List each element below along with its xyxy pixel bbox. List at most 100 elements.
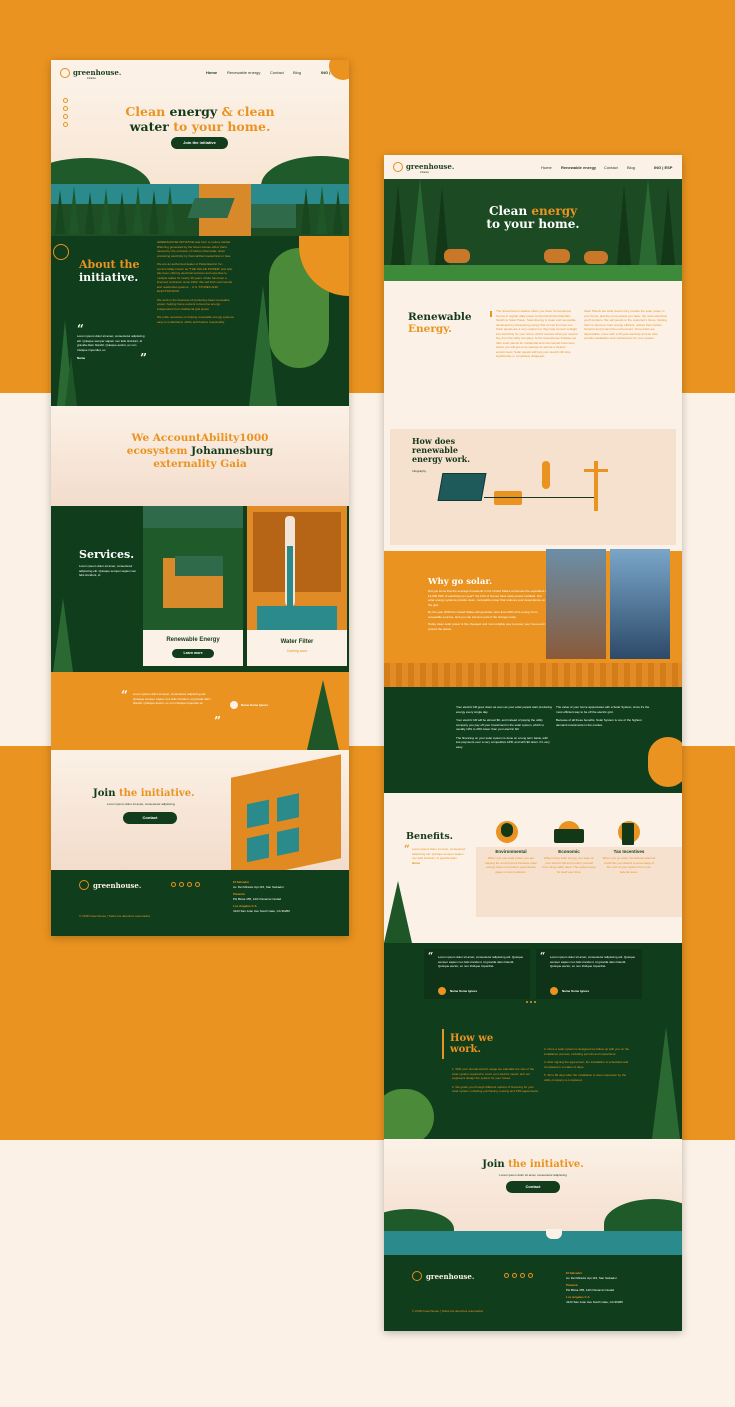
location-address: 4123 San Juan Ave South Gate, CA 90280 xyxy=(233,908,290,913)
testimonial-card: “ Lorem ipsum dolor sit amet, consectetu… xyxy=(424,949,530,999)
testimonial-section: “ Lorem ipsum dolor sit amet, consectetu… xyxy=(51,672,349,750)
join-section: Join the initiative. Lorem ipsum dolor s… xyxy=(51,750,349,882)
tree-icon xyxy=(53,598,73,672)
nav-renewable-energy[interactable]: Renewable energy xyxy=(561,165,596,170)
tree-icon xyxy=(301,188,311,234)
benefits-quote-name: Name xyxy=(412,860,421,865)
youtube-icon[interactable] xyxy=(195,882,200,887)
logo-subtitle: initiative xyxy=(420,171,430,174)
logo[interactable]: greenhouse. xyxy=(73,68,121,77)
logo[interactable]: greenhouse. xyxy=(406,162,454,171)
avatar xyxy=(230,701,238,709)
instagram-icon[interactable] xyxy=(512,1273,517,1278)
bullet-item: Your electric bill will be almost $0, an… xyxy=(456,718,544,731)
twitter-icon[interactable] xyxy=(187,882,192,887)
location-address: Av. Del Mirador Apt 115, San Salvador xyxy=(233,884,284,889)
tree-icon xyxy=(133,186,143,234)
tree-icon xyxy=(85,192,95,234)
testimonial-card: “ Lorem ipsum dolor sit amet, consectetu… xyxy=(121,689,221,727)
contact-button[interactable]: Contact xyxy=(123,812,177,824)
location-address: PH Bicsa 455, 12th Panamá Ciudad xyxy=(233,896,282,901)
language-switch[interactable]: ING | ESP xyxy=(654,165,672,170)
nav-contact[interactable]: Contact xyxy=(604,165,618,170)
hero-title: Clean energy & clean water to your home. xyxy=(125,104,275,134)
bullet-item: The value of your home appreciates with … xyxy=(556,705,650,714)
navbar: greenhouse. initiative Home Renewable en… xyxy=(51,60,349,86)
solar-panel-icon xyxy=(437,473,487,501)
benefit-text: When using solar energy you save on your… xyxy=(542,856,596,874)
logo-emblem-icon xyxy=(53,244,69,260)
location-address: 4123 San Juan Ave South Gate, CA 90280 xyxy=(566,1299,623,1304)
join-initiative-button[interactable]: Join the initiative xyxy=(171,137,228,149)
about-paragraph: We are an authorized dealer of Pellet El… xyxy=(157,262,233,293)
bush-illustration xyxy=(648,737,682,787)
youtube-icon[interactable] xyxy=(528,1273,533,1278)
hero-title: Clean energy to your home. xyxy=(486,204,580,231)
tree-icon xyxy=(65,356,77,406)
inverter-icon xyxy=(494,491,522,505)
solar-panel-roof xyxy=(175,556,223,576)
divider xyxy=(442,1029,444,1059)
bush-illustration xyxy=(384,1089,434,1145)
twitter-icon[interactable] xyxy=(520,1273,525,1278)
instagram-icon[interactable] xyxy=(179,882,184,887)
document-icon xyxy=(622,823,634,845)
facebook-icon[interactable] xyxy=(504,1273,509,1278)
tree-icon xyxy=(660,187,676,275)
window-illustration xyxy=(247,799,269,829)
facebook-icon[interactable] xyxy=(63,98,68,103)
tree-icon xyxy=(69,186,79,234)
about-section: About the initiative. “ Lorem ipsum dolo… xyxy=(51,236,349,406)
carousel-dot[interactable] xyxy=(526,1001,528,1003)
service-card-water[interactable]: Water Filter Coming soon xyxy=(247,630,347,666)
about-quote-card: “ Lorem ipsum dolor sit amet, consectetu… xyxy=(77,323,147,364)
service-card-renewable[interactable]: Renewable Energy Learn more xyxy=(143,630,243,666)
benefit-title: Economic xyxy=(558,849,580,854)
benefit-card: Tax Incentives When you go solar, the fe… xyxy=(602,849,656,874)
nav-renewable-energy[interactable]: Renewable energy xyxy=(227,70,260,75)
why-solar-body: Did you know that the average household … xyxy=(428,589,548,631)
about-title: About the initiative. xyxy=(79,258,140,284)
water-stream xyxy=(287,546,293,606)
bullet-item: Because of all these benefits, Solar Sys… xyxy=(556,718,642,727)
service-card-title: Water Filter xyxy=(280,639,314,645)
sun-decoration xyxy=(329,60,349,80)
nav-home[interactable]: Home xyxy=(541,165,552,170)
solar-panel-roof xyxy=(143,506,243,528)
footer-logo[interactable]: greenhouse. xyxy=(426,1272,474,1281)
deer-illustration xyxy=(444,249,470,263)
nav-blog[interactable]: Blog xyxy=(627,165,635,170)
hero-section: Clean energy to your home. xyxy=(384,179,682,281)
water-filter-illustration xyxy=(247,506,347,636)
renewable-paragraph: The Greenhouse Initiative offers you low… xyxy=(496,309,579,358)
solar-roof-photo xyxy=(546,549,606,659)
benefit-text: When you go solar, the federal solar tax… xyxy=(602,856,656,874)
solar-panel-roof xyxy=(187,198,235,218)
contact-button[interactable]: Contact xyxy=(506,1181,560,1193)
nav-contact[interactable]: Contact xyxy=(270,70,284,75)
meter-icon xyxy=(542,461,550,489)
how-step: 1. With your annual electric usage we ca… xyxy=(452,1067,535,1080)
renewable-energy-illustration xyxy=(143,506,243,636)
testimonial-text: Lorem ipsum dolor sit amet, consectetur … xyxy=(438,955,524,968)
copyright-text: © 2018 Greenhouse | Todos los derechos r… xyxy=(412,1309,483,1313)
carousel-dot[interactable] xyxy=(534,1001,536,1003)
facebook-icon[interactable] xyxy=(171,882,176,887)
footer-logo[interactable]: greenhouse. xyxy=(93,881,141,890)
learn-more-button[interactable]: Learn more xyxy=(172,649,214,658)
quote-open-icon: “ xyxy=(540,952,546,962)
benefits-quote-text: Lorem ipsum dolor sit amet, consectetur … xyxy=(412,847,466,860)
right-page-mockup: greenhouse. initiative Home Renewable en… xyxy=(384,155,682,1331)
infographic-label: Infography xyxy=(412,469,427,473)
carousel-dot[interactable] xyxy=(530,1001,532,1003)
testimonial-text: Lorem ipsum dolor sit amet, consectetur … xyxy=(133,692,211,705)
nav-home[interactable]: Home xyxy=(206,70,217,75)
nav-blog[interactable]: Blog xyxy=(293,70,301,75)
hero-section: Clean energy & clean water to your home.… xyxy=(51,86,349,236)
join-subtitle: Lorem ipsum dolor sit amet, consectetur … xyxy=(107,802,176,806)
coming-soon-label: Coming soon xyxy=(286,649,308,653)
navbar: greenhouse. initiative Home Renewable en… xyxy=(384,155,682,179)
left-page-mockup: greenhouse. initiative Home Renewable en… xyxy=(51,60,349,936)
join-section: Join the initiative. Lorem ipsum dolor s… xyxy=(384,1139,682,1255)
how-steps-right: 3. Once a solar system is designed we fo… xyxy=(544,1047,632,1082)
